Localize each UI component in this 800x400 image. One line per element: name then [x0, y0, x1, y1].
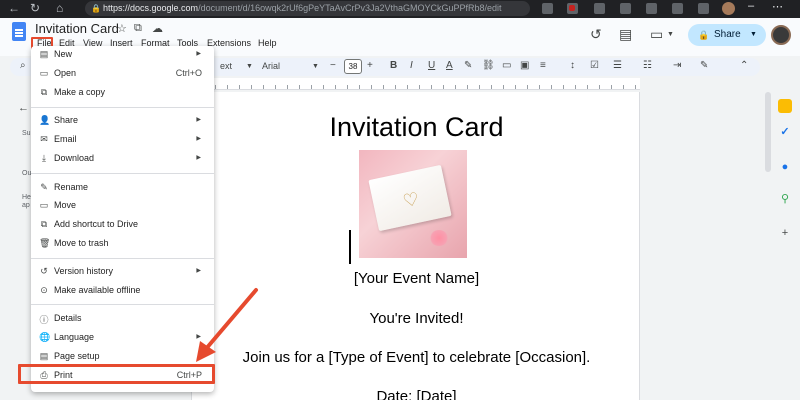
annotation-arrow — [196, 288, 258, 362]
arrow-head — [196, 341, 216, 362]
arrow-shaft — [203, 288, 258, 352]
